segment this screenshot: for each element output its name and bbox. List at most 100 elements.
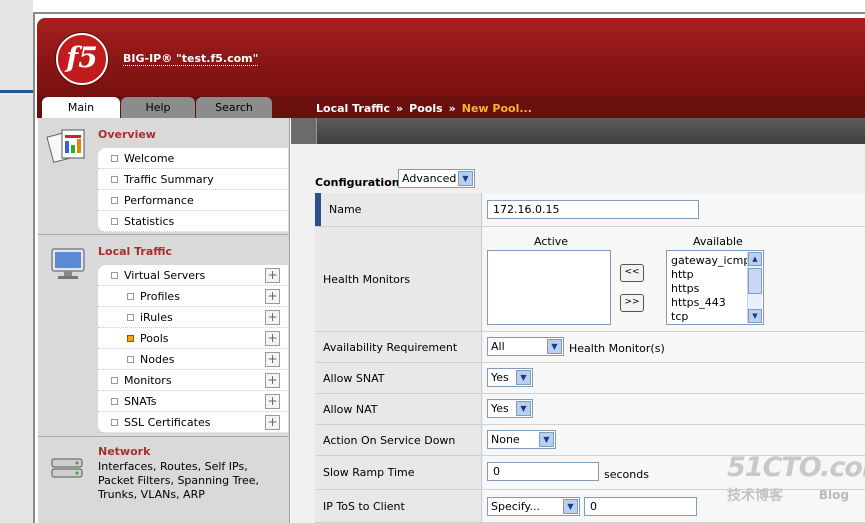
watermark: 51CTO.com 技术博客 Blog <box>727 452 865 505</box>
nav-item-snats[interactable]: SNATs + <box>98 391 288 412</box>
bullet-icon <box>111 377 118 384</box>
form-value-cell <box>483 394 865 424</box>
add-plus-icon[interactable]: + <box>265 268 280 283</box>
breadcrumb-local-traffic[interactable]: Local Traffic <box>316 102 390 115</box>
bullet-icon <box>127 293 134 300</box>
active-header: Active <box>534 235 569 248</box>
bullet-icon <box>111 155 118 162</box>
list-item[interactable]: http <box>671 268 750 282</box>
allow-nat-select[interactable]: Yes ▼ <box>487 399 533 418</box>
nav-item-profiles[interactable]: Profiles + <box>98 286 288 307</box>
add-plus-icon[interactable]: + <box>265 394 280 409</box>
nav-item-statistics[interactable]: Statistics <box>98 211 288 232</box>
local-traffic-list: Virtual Servers + Profiles + iRules + Pools… <box>98 265 288 433</box>
overview-title[interactable]: Overview <box>98 128 156 141</box>
network-icon <box>51 458 83 478</box>
availability-label: Availability Requirement <box>323 341 458 354</box>
nav-item-label: Monitors <box>124 374 172 387</box>
background-window-strip <box>0 0 33 523</box>
slow-ramp-input[interactable]: 0 <box>487 462 599 481</box>
network-section: Network Interfaces, Routes, Self IPs, Pa… <box>38 437 290 523</box>
toolbar-handle <box>291 118 317 144</box>
ip-tos-value: Specify... <box>491 500 540 513</box>
nav-item-label: Nodes <box>140 353 175 366</box>
form-value-cell <box>483 363 865 393</box>
add-plus-icon[interactable]: + <box>265 310 280 325</box>
scroll-up-icon[interactable]: ▲ <box>748 252 762 266</box>
allow-snat-select[interactable]: Yes ▼ <box>487 368 533 387</box>
local-traffic-section: Local Traffic Virtual Servers + Profiles +… <box>38 235 290 435</box>
nav-item-irules[interactable]: iRules + <box>98 307 288 328</box>
add-plus-icon[interactable]: + <box>265 331 280 346</box>
ip-tos-input[interactable]: 0 <box>584 497 697 516</box>
list-item[interactable]: https <box>671 282 750 296</box>
slow-ramp-label: Slow Ramp Time <box>323 466 415 479</box>
available-monitor-items: gateway_icmp http https https_443 tcp <box>671 254 750 324</box>
action-on-down-label: Action On Service Down <box>323 434 456 447</box>
ip-tos-select[interactable]: Specify... ▼ <box>487 497 580 516</box>
nav-item-performance[interactable]: Performance <box>98 190 288 211</box>
form-label-cell: Slow Ramp Time <box>315 456 482 489</box>
allow-nat-value: Yes <box>491 402 509 415</box>
nav-item-welcome[interactable]: Welcome <box>98 148 288 169</box>
bullet-icon <box>127 356 134 363</box>
nav-item-nodes[interactable]: Nodes + <box>98 349 288 370</box>
nav-item-monitors[interactable]: Monitors + <box>98 370 288 391</box>
chevron-down-icon: ▼ <box>539 432 554 447</box>
local-traffic-title[interactable]: Local Traffic <box>98 245 172 258</box>
nav-item-pools[interactable]: Pools + <box>98 328 288 349</box>
available-header: Available <box>693 235 743 248</box>
configuration-select[interactable]: Advanced ▼ <box>398 169 475 188</box>
network-description[interactable]: Interfaces, Routes, Self IPs, Packet Fil… <box>98 460 283 502</box>
add-plus-icon[interactable]: + <box>265 352 280 367</box>
form-label-cell: Action On Service Down <box>315 425 482 455</box>
nav-item-ssl-certificates[interactable]: SSL Certificates + <box>98 412 288 433</box>
nav-item-label: Profiles <box>140 290 180 303</box>
bullet-icon <box>127 314 134 321</box>
name-input[interactable]: 172.16.0.15 <box>487 200 699 219</box>
list-scrollbar[interactable]: ▲ ▼ <box>747 252 762 323</box>
tab-search[interactable]: Search <box>196 97 272 118</box>
bullet-icon <box>111 272 118 279</box>
chevron-down-icon: ▼ <box>547 339 562 354</box>
nav-item-traffic-summary[interactable]: Traffic Summary <box>98 169 288 190</box>
configuration-value: Advanced <box>402 172 457 185</box>
tab-main[interactable]: Main <box>42 97 120 119</box>
list-item[interactable]: gateway_icmp <box>671 254 750 268</box>
nav-item-label: iRules <box>140 311 173 324</box>
host-title[interactable]: BIG-IP® "test.f5.com" <box>123 52 259 66</box>
remove-monitor-button[interactable]: >> <box>620 294 644 312</box>
chevron-down-icon: ▼ <box>516 401 531 416</box>
action-on-down-select[interactable]: None ▼ <box>487 430 556 449</box>
breadcrumb-pools[interactable]: Pools <box>409 102 443 115</box>
add-monitor-button[interactable]: << <box>620 264 644 282</box>
tab-help[interactable]: Help <box>121 97 195 118</box>
active-monitors-list[interactable] <box>487 250 611 325</box>
local-traffic-icon <box>51 248 85 279</box>
breadcrumb-separator: » <box>448 102 456 115</box>
nav-item-label: Pools <box>140 332 169 345</box>
nav-item-label: Performance <box>124 194 194 207</box>
bullet-icon <box>111 218 118 225</box>
list-item[interactable]: tcp <box>671 310 750 324</box>
scroll-down-icon[interactable]: ▼ <box>748 309 762 323</box>
breadcrumb-current: New Pool... <box>461 102 532 115</box>
available-monitors-list[interactable]: gateway_icmp http https https_443 tcp ▲ … <box>666 250 764 325</box>
add-plus-icon[interactable]: + <box>265 373 280 388</box>
allow-snat-value: Yes <box>491 371 509 384</box>
watermark-blog: Blog <box>818 488 849 502</box>
name-label: Name <box>329 203 362 216</box>
main-toolbar <box>291 118 865 144</box>
form-label-cell: Availability Requirement <box>315 332 482 362</box>
network-title[interactable]: Network <box>98 445 150 458</box>
list-item[interactable]: https_443 <box>671 296 750 310</box>
availability-select[interactable]: All ▼ <box>487 337 564 356</box>
availability-value: All <box>491 340 505 353</box>
bullet-icon <box>111 419 118 426</box>
nav-item-virtual-servers[interactable]: Virtual Servers + <box>98 265 288 286</box>
add-plus-icon[interactable]: + <box>265 415 280 430</box>
scroll-thumb[interactable] <box>748 268 762 294</box>
breadcrumb: Local Traffic » Pools » New Pool... <box>316 102 532 115</box>
add-plus-icon[interactable]: + <box>265 289 280 304</box>
form-label-cell: Allow NAT <box>315 394 482 424</box>
